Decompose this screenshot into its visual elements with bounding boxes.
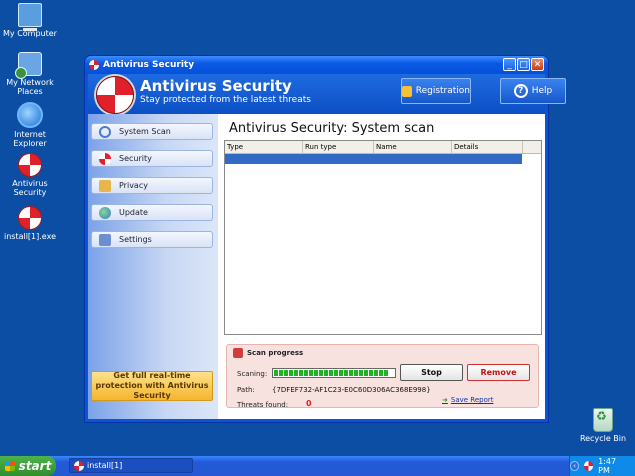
shield-icon — [99, 152, 111, 165]
app-header: Antivirus Security Stay protected from t… — [88, 74, 566, 114]
desktop-icon-installer[interactable]: install[1].exe — [0, 206, 66, 241]
stop-button[interactable]: Stop — [400, 364, 463, 381]
arrow-right-icon: ➜ — [442, 396, 448, 404]
scanning-label: Scaning: — [237, 370, 268, 378]
table-row[interactable] — [225, 154, 522, 164]
computer-icon — [18, 3, 42, 31]
privacy-icon — [99, 179, 111, 192]
window-shield-icon — [89, 60, 99, 70]
sidebar-item-security[interactable]: Security — [91, 150, 213, 167]
scan-progress-heading: Scan progress — [233, 348, 303, 358]
close-button[interactable]: ✕ — [531, 58, 544, 71]
column-header-name[interactable]: Name — [374, 141, 452, 153]
path-label: Path: — [237, 386, 255, 394]
sidebar-item-settings[interactable]: Settings — [91, 231, 213, 248]
windows-flag-icon — [4, 461, 15, 471]
help-icon: ? — [513, 84, 528, 98]
app-subtitle: Stay protected from the latest threats — [140, 95, 311, 105]
desktop-icon-recycle-bin[interactable]: Recycle Bin — [573, 408, 633, 443]
clock[interactable]: 1:47 PM — [598, 457, 627, 475]
globe-update-icon — [99, 206, 111, 219]
scan-results-table[interactable]: Type Run type Name Details — [224, 140, 542, 335]
column-header-run-type[interactable]: Run type — [303, 141, 374, 153]
sidebar-item-privacy[interactable]: Privacy — [91, 177, 213, 194]
save-report-link[interactable]: ➜ Save Report — [442, 396, 494, 404]
taskbar: start install[1] ‹ 1:47 PM — [0, 456, 635, 476]
column-header-details[interactable]: Details — [452, 141, 523, 153]
app-title: Antivirus Security — [140, 77, 292, 95]
system-tray: ‹ 1:47 PM — [569, 456, 635, 476]
antivirus-tray-icon[interactable] — [584, 461, 594, 471]
page-title: Antivirus Security: System scan — [229, 121, 435, 136]
threats-found-value: 0 — [306, 399, 312, 408]
settings-icon — [99, 233, 111, 246]
maximize-button[interactable]: □ — [517, 58, 530, 71]
remove-button[interactable]: Remove — [467, 364, 530, 381]
antivirus-shield-icon — [18, 153, 42, 177]
threats-found-label: Threats found: — [237, 401, 289, 409]
registration-button[interactable]: Registration — [401, 78, 471, 104]
lock-icon — [402, 85, 412, 97]
column-header-type[interactable]: Type — [225, 141, 303, 153]
antivirus-window: Antivirus Security _ □ ✕ Antivirus Secur… — [84, 55, 566, 423]
recycle-bin-icon — [593, 408, 613, 432]
warning-shield-icon — [233, 348, 243, 358]
minimize-button[interactable]: _ — [503, 58, 516, 71]
help-button[interactable]: ? Help — [500, 78, 566, 104]
show-hidden-icons-icon[interactable]: ‹ — [570, 461, 580, 471]
start-button[interactable]: start — [0, 456, 56, 476]
sidebar: System Scan Security Privacy Update Sett… — [88, 114, 218, 419]
promo-banner[interactable]: Get full real-time protection with Antiv… — [91, 371, 213, 401]
installer-shield-icon — [74, 460, 84, 471]
window-controls: _ □ ✕ — [503, 58, 544, 71]
window-title: Antivirus Security — [103, 60, 195, 70]
window-titlebar[interactable]: Antivirus Security — [85, 56, 548, 74]
desktop-icon-antivirus-security[interactable]: Antivirus Security — [0, 153, 66, 197]
window-body: System Scan Security Privacy Update Sett… — [88, 114, 545, 419]
sidebar-item-update[interactable]: Update — [91, 204, 213, 221]
installer-shield-icon — [18, 206, 42, 230]
scan-progress-bar — [272, 368, 396, 378]
network-icon — [15, 52, 42, 79]
magnifier-icon — [99, 125, 111, 138]
desktop-icon-network[interactable]: My Network Places — [0, 52, 66, 96]
desktop-icon-internet-explorer[interactable]: Internet Explorer — [0, 102, 66, 148]
internet-explorer-icon — [17, 102, 43, 128]
scan-progress-fill — [274, 370, 390, 376]
desktop-icon-my-computer[interactable]: My Computer — [0, 3, 60, 38]
antivirus-logo-icon — [96, 76, 134, 114]
path-value: {7DFEF732-AF1C23-E0C60D306AC368E998} — [272, 386, 431, 394]
scan-progress-panel: Scan progress Scaning: Stop Remove Path:… — [226, 344, 539, 409]
taskbar-item-install[interactable]: install[1] — [69, 458, 193, 473]
sidebar-item-system-scan[interactable]: System Scan — [91, 123, 213, 140]
table-header: Type Run type Name Details — [225, 141, 541, 154]
